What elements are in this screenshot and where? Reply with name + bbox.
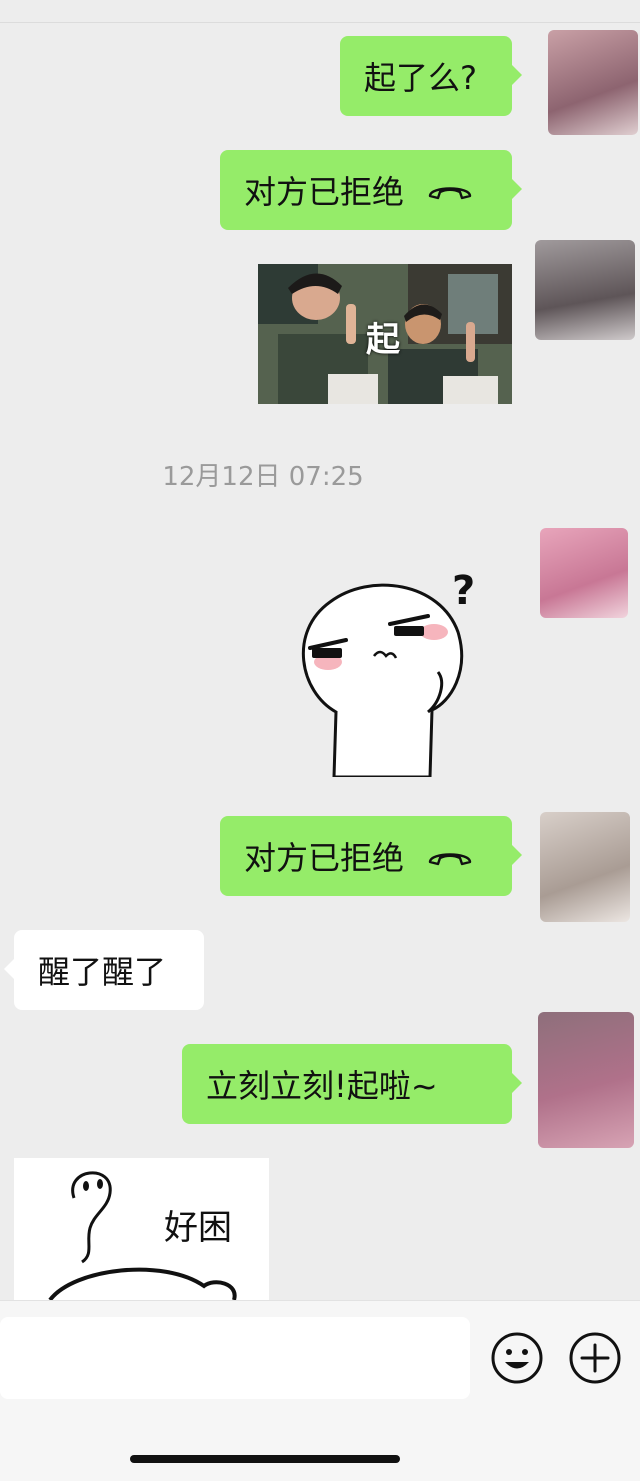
avatar-blurred[interactable] [538,1012,634,1148]
message-text: 醒了醒了 [38,953,167,991]
plus-icon[interactable] [568,1331,622,1385]
image-message[interactable]: 起 [258,264,512,404]
sticker-sleepy[interactable]: 好困 [14,1158,269,1300]
message-text: 对方已拒绝 [244,839,405,877]
avatar-blurred[interactable] [535,240,635,340]
emoji-icon[interactable] [490,1331,544,1385]
svg-text:?: ? [452,568,475,614]
incoming-message[interactable]: 醒了醒了 [4,930,204,1010]
message-text: 起了么? [364,59,477,97]
avatar-blurred[interactable] [548,30,638,135]
avatar-blurred[interactable] [540,528,628,618]
outgoing-call-declined-message[interactable]: 对方已拒绝 [220,816,522,896]
message-text: 立刻立刻!起啦~ [206,1067,438,1105]
sticker-confused-face[interactable]: ? [290,562,490,777]
message-input[interactable] [0,1317,470,1399]
avatar-blurred[interactable] [540,812,630,922]
outgoing-message[interactable]: 立刻立刻!起啦~ [182,1044,522,1124]
sticker-text: 好困 [164,1208,232,1248]
chat-timestamp: 12月12日 07:25 [162,462,364,492]
outgoing-call-declined-message[interactable]: 对方已拒绝 [220,150,522,230]
phone-hangup-icon [428,187,472,200]
outgoing-message[interactable]: 起了么? [340,36,522,116]
photo-caption: 起 [366,320,400,360]
home-indicator [130,1455,400,1463]
chat-input-bar [0,1300,640,1481]
message-text: 对方已拒绝 [244,173,405,211]
top-divider [0,22,640,23]
phone-hangup-icon [428,853,472,866]
